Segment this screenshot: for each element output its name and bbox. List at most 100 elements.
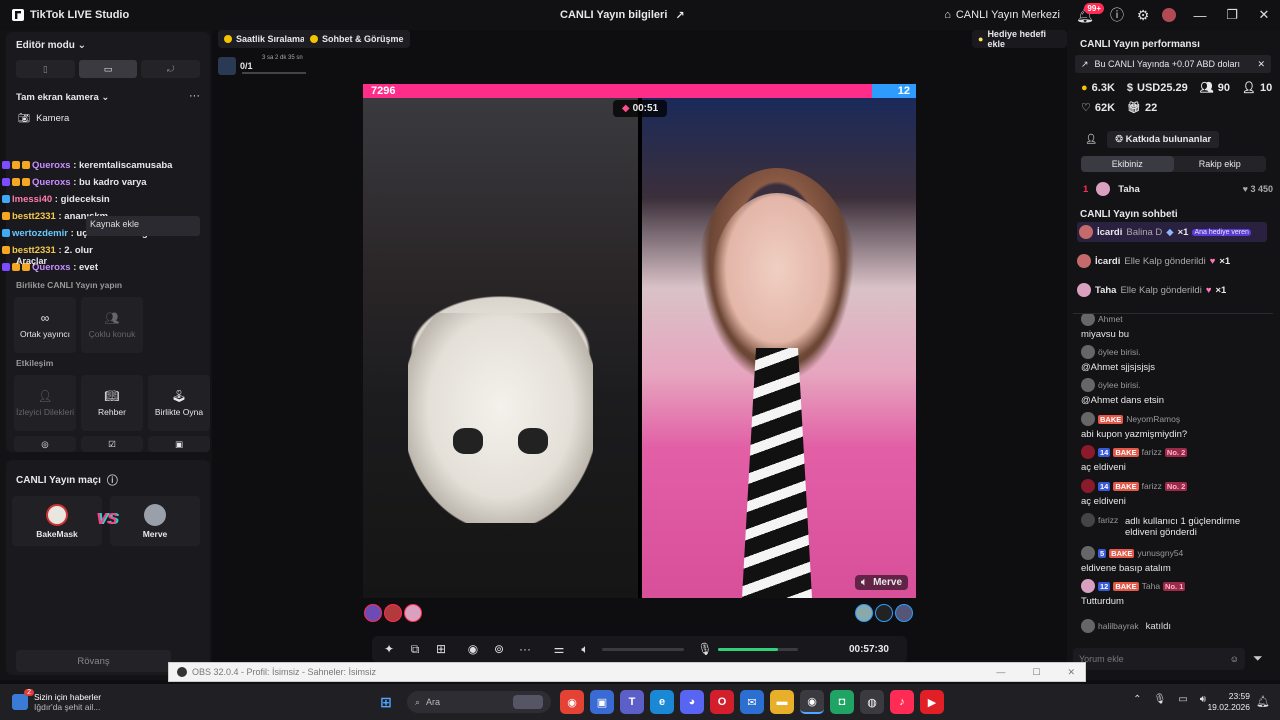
follow-icon: 👤︎ [1242,82,1256,94]
cohost-button[interactable]: ∞ Ortak yayıncı [14,297,76,353]
gift-goal-progress[interactable]: 0/1 3 sa 2 dk 35 sn [218,54,308,78]
taskbar-opera[interactable]: O [710,690,734,714]
camera-source[interactable]: 📷︎ Kamera [18,113,69,124]
mic-button[interactable]: 🎙︎ [692,636,718,662]
taskbar-chrome-2[interactable]: ◉ [800,690,824,714]
tool-spin-button[interactable]: ◎ [14,436,76,452]
rotate-icon: ⤾ [166,63,175,74]
taskbar-app-green[interactable]: ◘ [830,690,854,714]
app-icon: ◘ [838,696,846,708]
title-bar: TikTok LIVE Studio CANLI Yayın bilgileri… [0,0,1280,30]
obs-title: OBS 32.0.4 - Profil: İsimsiz - Sahneler:… [192,667,377,677]
audio-mixer-button[interactable]: ⚌ [546,636,572,662]
scene-more-button[interactable]: ··· [189,90,200,102]
add-source-tooltip[interactable]: Kaynak ekle [86,216,200,236]
emoji-icon[interactable]: ☺ [1230,654,1239,664]
play-together-button[interactable]: 🕹︎ Birlikte Oyna [148,375,210,431]
comment-feed: Ahmet miyavsu bu öylee birisi. @Ahmet sjjs… [1067,314,1280,654]
comment-item: 5 BAKE yunusgny54 eldivene basıp atalım [1081,546,1184,574]
taskbar-mail[interactable]: ✉ [740,690,764,714]
maximize-button[interactable]: ❐ [1216,0,1248,30]
minimize-button[interactable]: — [1184,0,1216,30]
landscape-option[interactable]: ▭ [78,60,138,78]
effects-button[interactable]: ✦ [376,636,402,662]
profile-avatar[interactable] [1158,0,1180,30]
gift-goal-button[interactable]: ● Hediye hedefi ekle [972,29,1067,49]
news-widget[interactable]: 2 Sizin için haberler Iğdır'da şehit ail… [12,689,162,712]
taskbar-tiktok[interactable]: ♪ [890,690,914,714]
taskbar-obs[interactable]: ◍ [860,690,884,714]
taskbar-discord[interactable]: ◕ [680,690,704,714]
close-icon[interactable]: ✕ [1257,59,1265,70]
windows-taskbar: 2 Sizin için haberler Iğdır'da şehit ail… [0,684,1280,720]
virtual-cam-button[interactable]: ⊚ [486,636,512,662]
taskbar-search[interactable]: ⌕ Ara [407,691,551,713]
volume-icon[interactable]: 🔊︎ [1200,694,1206,705]
multi-guest-button[interactable]: 👥︎ Çoklu konuk [81,297,143,353]
help-button[interactable]: ⓘ [1106,0,1128,30]
editor-mode-dropdown[interactable]: Editör modu ⌄ [16,40,86,51]
obs-minimize-icon[interactable]: — [996,667,1005,677]
speaker-button[interactable]: 🔈︎ [572,636,598,662]
close-button[interactable]: ✕ [1248,0,1280,30]
live-center-button[interactable]: ⌂ CANLI Yayın Merkezi [944,9,1060,21]
obs-maximize-icon[interactable]: ☐ [1032,667,1040,678]
mic-volume-slider[interactable] [718,647,798,651]
gifter-avatar[interactable] [384,604,402,622]
guide-button[interactable]: 📖︎ Rehber [81,375,143,431]
help-icon: ⓘ [106,475,118,487]
notifications-button[interactable]: 🔔︎ 99+ [1074,0,1104,30]
taskbar-explorer[interactable]: ▬ [770,690,794,714]
portrait-option[interactable]: ▯ [16,60,75,78]
gifter-avatar[interactable] [364,604,382,622]
display-icon[interactable]: ▭ [1178,694,1187,705]
start-button[interactable]: ⊞ [374,690,398,714]
tiktok-icon: ♪ [899,696,905,708]
taskbar-edge[interactable]: e [650,690,674,714]
clock[interactable]: 23:59 19.02.2026 [1207,691,1250,713]
scene-dropdown[interactable]: Tam ekran kamera ⌄ [16,92,109,103]
chevron-up-icon[interactable]: ⌃ [1133,694,1141,705]
chat-meet-button[interactable]: Sohbet & Görüşme [304,30,410,48]
heart-icon: ♡ [1081,102,1091,114]
more-button[interactable]: ··· [512,636,538,662]
taskbar-youtube[interactable]: ▶ [920,690,944,714]
obs-close-icon[interactable]: ✕ [1067,667,1075,678]
speaker-icon: 🔈︎ [861,577,868,588]
gifter-avatar[interactable] [404,604,422,622]
add-media-button[interactable]: ⊞ [428,636,454,662]
tab-your-team[interactable]: Ekibiniz [1081,156,1174,172]
top-contributor-row[interactable]: 1 Taha ♥ 3 450 [1083,182,1273,196]
viewer-requests-button[interactable]: 👤︎ İzleyici Dilekleri [14,375,76,431]
taskbar-chrome[interactable]: ◉ [560,690,584,714]
player-one[interactable]: BakeMask [12,496,102,546]
gifter-avatar[interactable] [895,604,913,622]
record-button[interactable]: ◉ [460,636,486,662]
rematch-button[interactable]: Rövanş [16,650,171,672]
right-camera-feed: 🔈︎ Merve [642,98,916,598]
filter-button[interactable]: ⏷ [1253,651,1263,666]
tab-rival-team[interactable]: Rakip ekip [1174,156,1267,172]
tool-poll-button[interactable]: ☑ [81,436,143,452]
hourly-ranking-button[interactable]: Saatlik Sıralama [218,30,312,48]
taskbar-store[interactable]: ▣ [590,690,614,714]
tiktok-live-studio: TikTok LIVE Studio CANLI Yayın bilgileri… [0,0,1280,720]
tool-box-button[interactable]: ▣ [148,436,210,452]
gifter-avatar[interactable] [875,604,893,622]
gifter-avatar[interactable] [855,604,873,622]
taskbar-teams[interactable]: T [620,690,644,714]
together-title: Birlikte CANLI Yayın yapın [16,280,123,290]
live-info-button[interactable]: CANLI Yayın bilgileri ↗ [560,0,685,30]
layout-button[interactable]: ⧉ [402,636,428,662]
notification-center-button[interactable]: 🔔︎ [1256,695,1270,708]
rotate-option[interactable]: ⤾ [141,60,201,78]
obs-window-bar[interactable]: OBS 32.0.4 - Profil: İsimsiz - Sahneler:… [168,662,1086,682]
contributors-row: 👤︎ ❂ Katkıda bulunanlar [1085,131,1220,148]
microphone-icon[interactable]: 🎙︎ [1154,694,1167,705]
contributors-button[interactable]: ❂ Katkıda bulunanlar [1107,131,1220,148]
comment-input[interactable]: Yorum ekle ☺ [1073,648,1245,670]
settings-button[interactable]: ⚙ [1132,0,1154,30]
speaker-volume-slider[interactable] [602,647,684,651]
stream-preview-area: Saatlik Sıralama Sohbet & Görüşme ● Hediy… [212,29,1067,680]
player-two[interactable]: Merve [110,496,200,546]
